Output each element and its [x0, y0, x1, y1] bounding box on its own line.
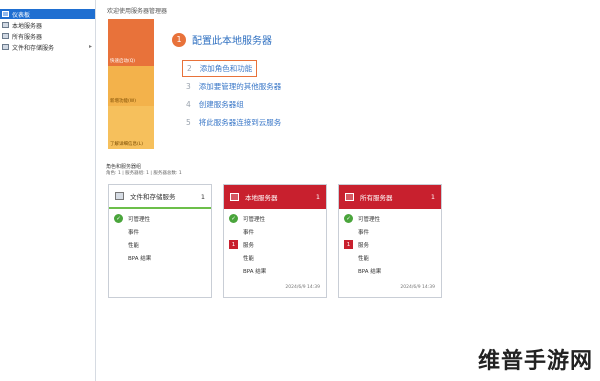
page-title: 欢迎使用服务器管理器: [107, 8, 168, 15]
card-header[interactable]: 本地服务器 1: [224, 185, 326, 209]
tab-learn-more[interactable]: 了解详细信息(L): [108, 106, 154, 149]
card-count: 1: [200, 193, 205, 201]
card-count: 1: [315, 193, 320, 201]
card-timestamp: 2024/6/9 14:39: [400, 285, 435, 290]
card-header[interactable]: 文件和存储服务 1: [109, 185, 211, 209]
row-label: 可管理性: [358, 216, 381, 223]
card-row-performance[interactable]: 性能: [109, 238, 211, 251]
card-count: 1: [430, 193, 435, 201]
tab-whats-new[interactable]: 新增功能(W): [108, 66, 154, 106]
card-row-events[interactable]: 事件: [109, 225, 211, 238]
row-label: BPA 结果: [128, 255, 152, 262]
card-row-bpa[interactable]: BPA 结果: [339, 264, 441, 277]
card-row-bpa[interactable]: BPA 结果: [109, 251, 211, 264]
roles-summary: 角色: 1 | 服务器组: 1 | 服务器总数: 1: [106, 171, 182, 176]
chevron-right-icon[interactable]: ▸: [89, 43, 92, 50]
check-icon: ✓: [229, 214, 238, 223]
check-icon: ✓: [344, 214, 353, 223]
card-row-manageability[interactable]: ✓ 可管理性: [224, 212, 326, 225]
card-row-services[interactable]: 1 服务: [339, 238, 441, 251]
alert-count-badge: 1: [344, 240, 353, 249]
connect-cloud-link[interactable]: 5 将此服务器连接到云服务: [186, 117, 281, 128]
card-row-events[interactable]: 事件: [224, 225, 326, 238]
servers-icon: [2, 33, 9, 39]
row-label: BPA 结果: [243, 268, 267, 275]
tab-label: 新增功能(W): [110, 99, 136, 104]
sidebar-item-file-storage[interactable]: 文件和存储服务 ▸: [0, 42, 95, 52]
card-row-performance[interactable]: 性能: [339, 251, 441, 264]
sidebar-item-label: 仪表板: [12, 11, 31, 19]
card-title: 所有服务器: [360, 194, 393, 202]
sidebar-item-all-servers[interactable]: 所有服务器: [0, 31, 95, 41]
card-title: 文件和存储服务: [130, 193, 176, 201]
tab-label: 了解详细信息(L): [110, 142, 144, 147]
dashboard-icon: [2, 11, 9, 17]
card-row-services[interactable]: 1 服务: [224, 238, 326, 251]
roles-section-title: 角色和服务器组: [106, 164, 142, 170]
step-number: 5: [186, 118, 191, 127]
sidebar-item-label: 本地服务器: [12, 22, 43, 30]
card-row-bpa[interactable]: BPA 结果: [224, 264, 326, 277]
step-label: 添加要管理的其他服务器: [198, 82, 282, 91]
storage-icon: [2, 44, 9, 50]
site-watermark: 维普手游网: [477, 349, 593, 374]
row-label: 可管理性: [128, 216, 151, 223]
card-header[interactable]: 所有服务器 1: [339, 185, 441, 209]
row-label: 服务: [243, 242, 255, 249]
add-roles-features-link[interactable]: 2 添加角色和功能: [182, 60, 258, 77]
role-card-local-server[interactable]: 本地服务器 1 ✓ 可管理性 事件 1 服务 性能 BPA 结果 2024/6/…: [223, 184, 327, 298]
step-number: 2: [187, 64, 192, 73]
alert-count-badge: 1: [229, 240, 238, 249]
create-server-group-link[interactable]: 4 创建服务器组: [186, 99, 244, 110]
sidebar-item-label: 文件和存储服务: [12, 44, 55, 52]
quick-start-panel: 快速启动(Q) 新增功能(W) 了解详细信息(L): [108, 19, 154, 149]
row-label: 事件: [128, 229, 140, 236]
role-card-all-servers[interactable]: 所有服务器 1 ✓ 可管理性 事件 1 服务 性能 BPA 结果 2024/6/…: [338, 184, 442, 298]
step-label: 配置此本地服务器: [192, 36, 272, 47]
row-label: 性能: [358, 255, 370, 262]
row-label: 事件: [358, 229, 370, 236]
card-row-manageability[interactable]: ✓ 可管理性: [109, 212, 211, 225]
tab-quick-start[interactable]: 快速启动(Q): [108, 19, 154, 66]
server-icon: [230, 193, 239, 201]
role-card-file-storage[interactable]: 文件和存储服务 1 ✓ 可管理性 事件 性能 BPA 结果: [108, 184, 212, 298]
step-label: 创建服务器组: [198, 100, 244, 109]
step-number: 3: [186, 82, 191, 91]
row-label: 事件: [243, 229, 255, 236]
card-row-manageability[interactable]: ✓ 可管理性: [339, 212, 441, 225]
card-timestamp: 2024/6/9 14:39: [285, 285, 320, 290]
step-number: 4: [186, 100, 191, 109]
storage-icon: [115, 192, 124, 200]
sidebar-item-label: 所有服务器: [12, 33, 43, 41]
tab-label: 快速启动(Q): [110, 59, 136, 64]
sidebar: 仪表板 本地服务器 所有服务器 文件和存储服务 ▸: [0, 0, 96, 381]
step-label: 添加角色和功能: [199, 64, 253, 73]
row-label: BPA 结果: [358, 268, 382, 275]
quick-start-steps: 1 配置此本地服务器 2 添加角色和功能 3 添加要管理的其他服务器 4 创建服…: [154, 19, 600, 149]
sidebar-item-dashboard[interactable]: 仪表板: [0, 9, 95, 19]
add-servers-link[interactable]: 3 添加要管理的其他服务器: [186, 81, 281, 92]
row-label: 性能: [128, 242, 140, 249]
check-icon: ✓: [114, 214, 123, 223]
card-title: 本地服务器: [245, 194, 278, 202]
row-label: 性能: [243, 255, 255, 262]
row-label: 服务: [358, 242, 370, 249]
card-row-performance[interactable]: 性能: [224, 251, 326, 264]
sidebar-item-local-server[interactable]: 本地服务器: [0, 20, 95, 30]
server-icon: [2, 22, 9, 28]
card-row-events[interactable]: 事件: [339, 225, 441, 238]
step-number-badge: 1: [172, 32, 186, 47]
row-label: 可管理性: [243, 216, 266, 223]
configure-local-server-link[interactable]: 1 配置此本地服务器: [172, 32, 272, 47]
servers-icon: [345, 193, 354, 201]
step-label: 将此服务器连接到云服务: [198, 118, 282, 127]
